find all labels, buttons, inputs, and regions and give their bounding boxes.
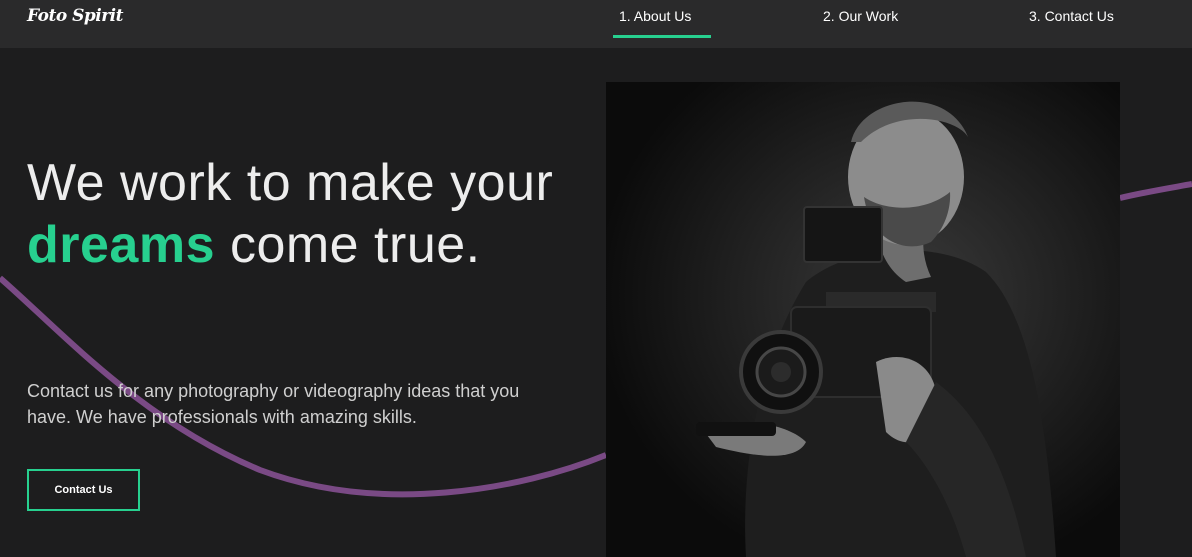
hero-title-accent: dreams	[27, 216, 215, 274]
brand-logo[interactable]: Foto Spirit	[27, 6, 123, 26]
hero-title-after: come true.	[215, 216, 481, 274]
nav-contact-us[interactable]: 3. Contact Us	[1029, 8, 1114, 38]
hero-title-before: We work to make your	[27, 154, 554, 212]
hero-subtitle: Contact us for any photography or videog…	[27, 381, 520, 427]
hero-photo	[606, 82, 1120, 557]
photographer-illustration	[606, 82, 1120, 557]
hero-title: We work to make your dreams come true.	[27, 152, 567, 276]
nav-our-work[interactable]: 2. Our Work	[823, 8, 898, 38]
nav-about-us[interactable]: 1. About Us	[612, 8, 712, 38]
top-navbar: Foto Spirit 1. About Us 2. Our Work 3. C…	[0, 0, 1192, 48]
contact-us-button[interactable]: Contact Us	[27, 469, 140, 511]
